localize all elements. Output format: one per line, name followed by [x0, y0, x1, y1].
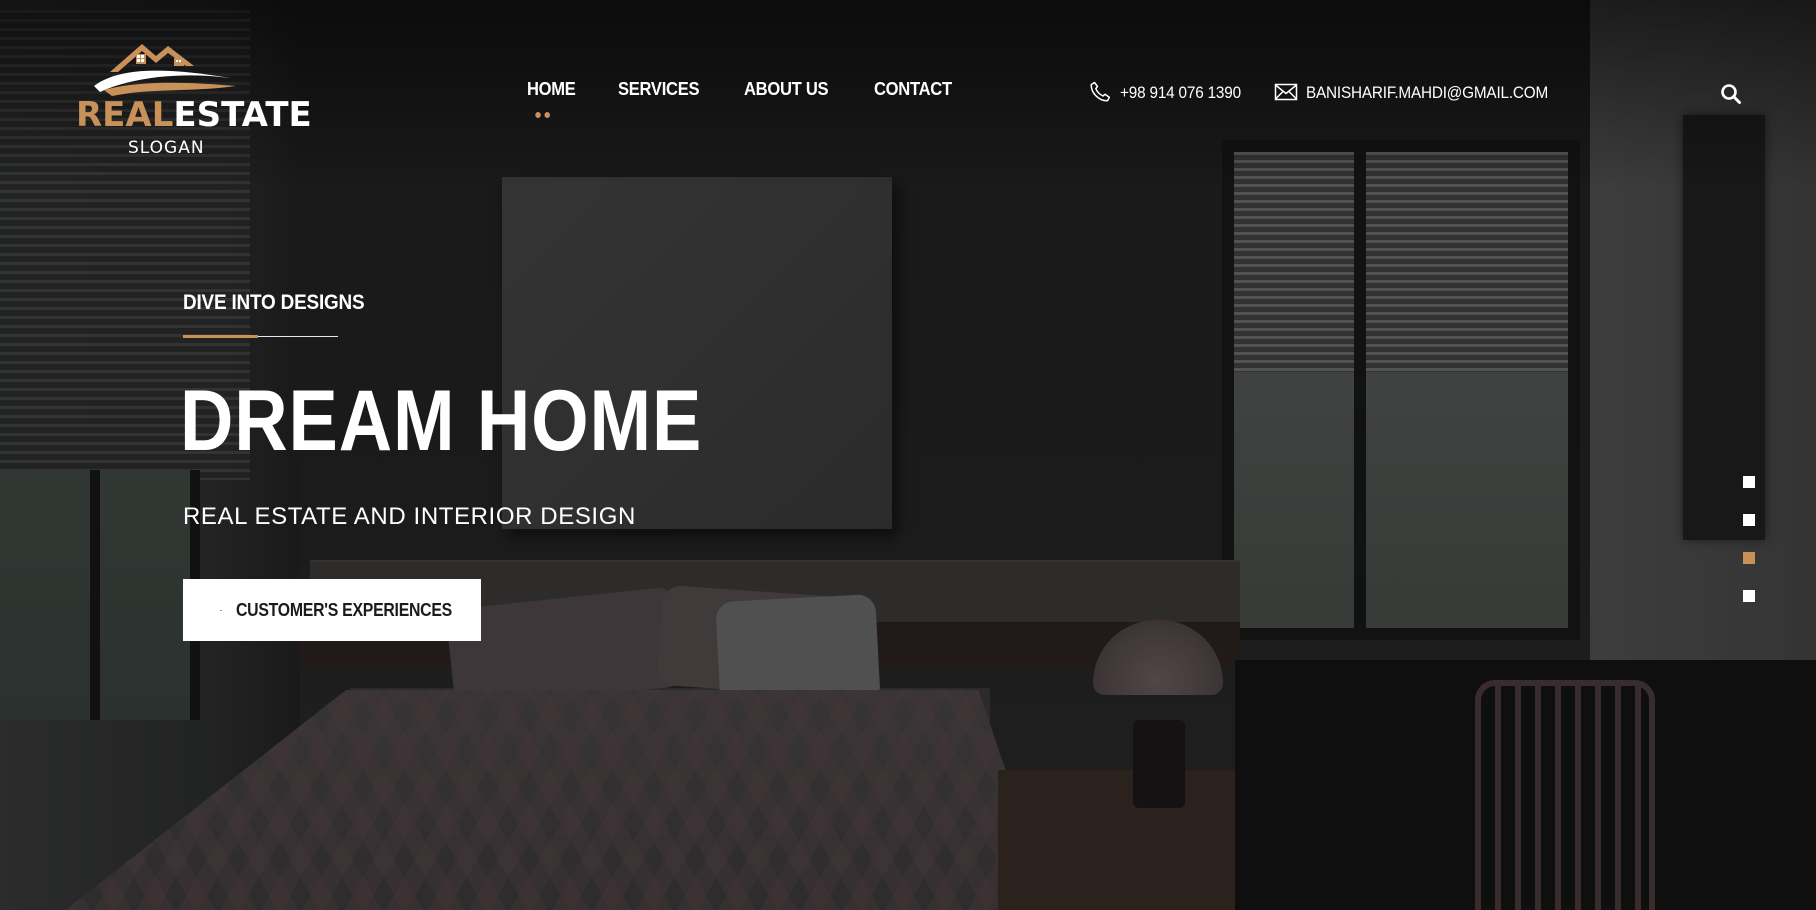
nav-item-about-us[interactable]: ABOUT US	[744, 79, 829, 99]
logo-word-estate: ESTATE	[173, 95, 312, 135]
search-button[interactable]	[1720, 83, 1742, 105]
phone-link[interactable]: +98 914 076 1390	[1088, 80, 1254, 104]
nav-item-label: SERVICES	[617, 79, 700, 99]
cta-label: CUSTOMER'S EXPERIENCES	[235, 599, 452, 620]
email-address: BANISHARIF.MAHDI@GMAIL.COM	[1306, 82, 1549, 102]
customer-experiences-button[interactable]: CUSTOMER'S EXPERIENCES	[183, 579, 481, 641]
house-logo-icon	[94, 44, 236, 96]
search-icon	[1721, 84, 1741, 104]
logo-word-real: REAL	[76, 95, 174, 135]
nav-item-services[interactable]: SERVICES	[617, 79, 700, 99]
logo-slogan: SLOGAN	[128, 138, 205, 158]
email-link[interactable]: BANISHARIF.MAHDI@GMAIL.COM	[1274, 82, 1575, 102]
phone-icon	[1090, 81, 1111, 102]
logo-wordmark: REALESTATE	[76, 98, 312, 132]
slide-dot-2[interactable]	[1743, 514, 1755, 526]
nav-item-label: HOME	[527, 79, 576, 99]
button-dash	[220, 609, 222, 611]
site-logo[interactable]: REALESTATE SLOGAN	[76, 26, 312, 158]
active-indicator	[535, 112, 550, 118]
envelope-icon	[1274, 83, 1298, 101]
slide-dot-4[interactable]	[1743, 590, 1755, 602]
nav-item-label: CONTACT	[873, 79, 952, 99]
nav-item-home[interactable]: HOME	[527, 79, 576, 118]
hero-title: DREAM HOME	[180, 373, 703, 469]
phone-number: +98 914 076 1390	[1120, 82, 1241, 102]
hero-kicker: DIVE INTO DESIGNS	[183, 291, 365, 314]
slide-dot-1[interactable]	[1743, 476, 1755, 488]
nav-item-label: ABOUT US	[744, 79, 829, 99]
slide-dot-3[interactable]	[1743, 552, 1755, 564]
hero-subtitle: REAL ESTATE AND INTERIOR DESIGN	[183, 503, 636, 530]
kicker-divider	[183, 335, 338, 338]
slider-pagination	[1743, 476, 1755, 602]
nav-item-contact[interactable]: CONTACT	[874, 80, 952, 98]
main-nav: HOME SERVICES ABOUT US CONTACT	[527, 79, 958, 118]
